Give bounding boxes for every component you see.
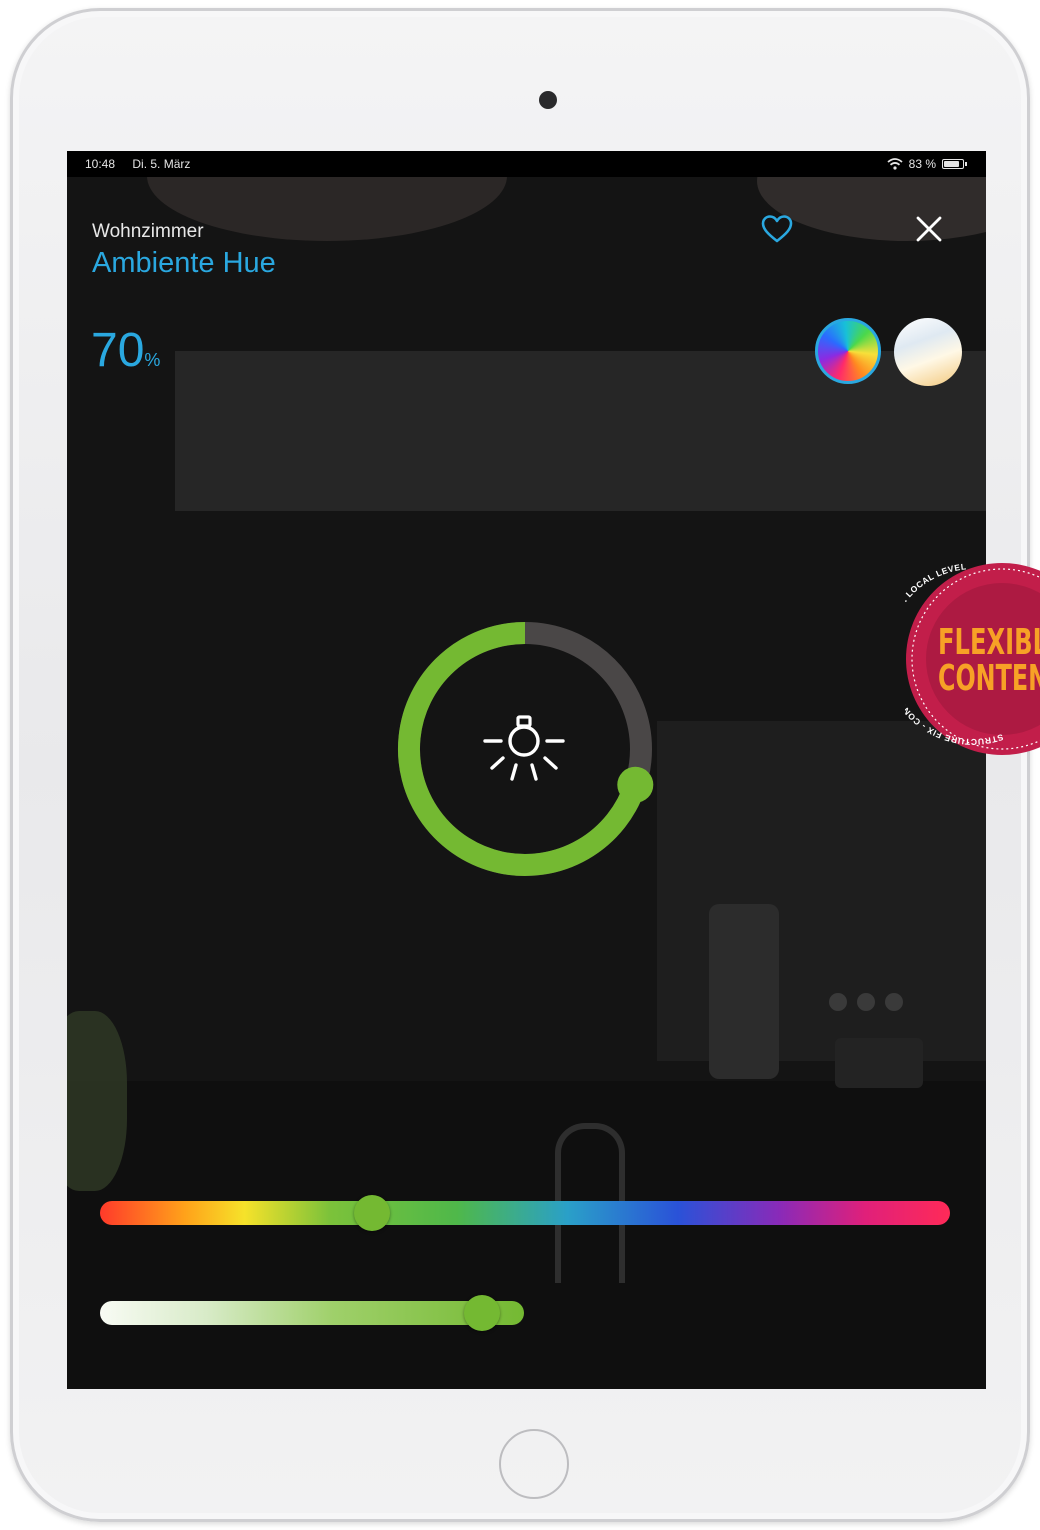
badge-title-line2: CONTEN [938,658,1040,699]
white-mode-button[interactable] [894,318,962,386]
battery-icon [942,159,967,169]
hue-slider[interactable] [100,1195,950,1231]
wall-socket [857,993,875,1011]
battery-percent: 83 % [908,157,936,171]
white-temperature-slider[interactable] [100,1295,524,1331]
brightness-unit: % [144,350,161,370]
heart-outline-icon[interactable] [760,213,794,245]
status-bar: 10:48 Di. 5. März 83 % [67,151,986,177]
flexible-content-badge: STRUCTURE FIX - CONTENT ADAPTEMBLE FOR L… [905,562,1040,755]
battery-fill [944,161,959,167]
dial-knob[interactable] [617,766,654,803]
home-button[interactable] [499,1429,569,1499]
kitchen-counter [67,1081,986,1389]
app-screen: 10:48 Di. 5. März 83 % Wohnzimmer Ambien… [67,151,986,1389]
white-slider-thumb[interactable] [463,1295,500,1331]
light-name: Ambiente Hue [92,247,276,279]
front-camera [539,91,557,109]
blender [709,904,779,1079]
wall-socket [829,993,847,1011]
lightbulb-rays-icon [483,715,565,781]
close-icon[interactable] [913,213,945,245]
kitchen-device [835,1038,923,1088]
plant [67,1011,127,1191]
hue-slider-thumb[interactable] [354,1195,390,1231]
brightness-readout: 70% [91,323,160,378]
wall-socket [885,993,903,1011]
brightness-value: 70 [91,324,145,377]
status-date: Di. 5. März [132,157,191,171]
room-name: Wohnzimmer [92,221,204,242]
badge-title-line1: FLEXIBL [938,622,1040,663]
status-time: 10:48 [85,157,116,171]
wifi-icon [887,158,903,170]
color-mode-button[interactable] [815,318,881,384]
kitchen-backsplash [657,721,986,1061]
